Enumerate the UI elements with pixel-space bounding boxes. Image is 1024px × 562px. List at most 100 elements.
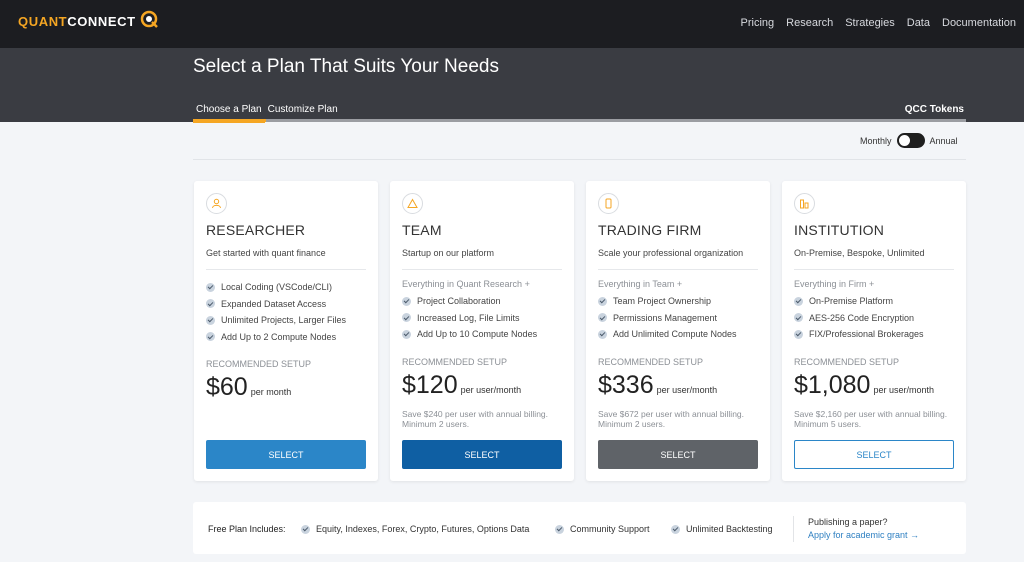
free-plan-bar: Free Plan Includes: Equity, Indexes, For… [193,502,966,554]
feature-item: Add Up to 10 Compute Nodes [402,326,537,343]
plan-name: RESEARCHER [206,222,306,238]
logo-connect: CONNECT [67,14,136,29]
recommended-label: RECOMMENDED SETUP [402,357,508,367]
logo-mark-icon [140,10,158,28]
select-institution-button[interactable]: SELECT [794,440,954,469]
price: $60 per month [206,373,291,402]
check-icon [555,524,564,534]
billing-annual-label: Annual [929,135,958,146]
check-icon [794,313,803,323]
price-period: per user/month [656,385,718,395]
price-amount: $120 [402,371,458,399]
plan-lead: Everything in Quant Research + [402,279,530,289]
recommended-label: RECOMMENDED SETUP [598,357,704,367]
check-icon [301,524,310,534]
user-icon [206,193,227,214]
annual-savings-note: Save $672 per user with annual billing. … [598,409,745,429]
header-band: Select a Plan That Suits Your Needs Choo… [0,48,1024,123]
price: $1,080 per user/month [794,371,934,400]
quantconnect-logo[interactable]: QUANT CONNECT [18,10,159,29]
plan-desc: Startup on our platform [402,248,495,258]
feature-item: FIX/Professional Brokerages [794,326,924,343]
tab-progress-track [193,119,966,122]
building-icon [794,193,815,214]
plan-name: INSTITUTION [794,222,885,238]
price-amount: $336 [598,371,654,399]
top-nav: QUANT CONNECT Pricing Research Strategie… [0,0,1024,48]
divider [793,516,794,542]
tab-qcc-tokens[interactable]: QCC Tokens [905,104,964,115]
plan-card-team: TEAM Startup on our platform Everything … [390,181,574,481]
annual-savings-note: Save $2,160 per user with annual billing… [794,409,948,429]
free-item: Community Support [555,524,650,534]
check-icon [402,313,411,323]
check-icon [598,329,607,339]
check-icon [206,299,215,309]
plan-desc: Scale your professional organization [598,248,744,258]
check-icon [598,313,607,323]
check-icon [206,332,215,342]
nav-research[interactable]: Research [786,17,833,29]
price-amount: $60 [206,373,248,401]
feature-item: Unlimited Projects, Larger Files [206,312,346,329]
price: $336 per user/month [598,371,717,400]
billing-monthly-label: Monthly [860,135,892,146]
plan-desc: On-Premise, Bespoke, Unlimited [794,248,925,258]
billing-toggle-group: Monthly Annual [860,133,958,148]
free-plan-label: Free Plan Includes: [208,524,286,534]
free-item: Equity, Indexes, Forex, Crypto, Futures,… [301,524,529,534]
check-icon [794,329,803,339]
nav-data[interactable]: Data [907,17,930,29]
plan-lead: Everything in Firm + [794,279,875,289]
feature-item: Increased Log, File Limits [402,310,537,327]
price: $120 per user/month [402,371,521,400]
check-icon [598,296,607,306]
divider [206,269,366,270]
publishing-text: Publishing a paper? [808,517,888,527]
plan-name: TRADING FIRM [598,222,702,238]
annual-savings-note: Save $240 per user with annual billing. … [402,409,549,429]
billing-toggle[interactable] [896,133,925,148]
plan-lead: Everything in Team + [598,279,683,289]
plan-card-researcher: RESEARCHER Get started with quant financ… [194,181,378,481]
price-period: per user/month [873,385,934,395]
check-icon [794,296,803,306]
nav-strategies[interactable]: Strategies [845,17,895,29]
nav-documentation[interactable]: Documentation [942,17,1016,29]
feature-item: On-Premise Platform [794,293,924,310]
check-icon [671,524,680,534]
select-researcher-button[interactable]: SELECT [206,440,366,469]
feature-item: Expanded Dataset Access [206,296,346,313]
academic-grant-link[interactable]: Apply for academic grant → [808,530,919,540]
check-icon [206,315,215,325]
check-icon [206,282,215,292]
feature-item: Team Project Ownership [598,293,737,310]
price-period: per user/month [460,385,522,395]
select-team-button[interactable]: SELECT [402,440,562,469]
feature-item: Add Up to 2 Compute Nodes [206,329,346,346]
toggle-knob [898,135,910,146]
tab-progress-fill [193,119,266,122]
plan-card-institution: INSTITUTION On-Premise, Bespoke, Unlimit… [782,181,966,481]
select-trading-firm-button[interactable]: SELECT [598,440,758,469]
nav-pricing[interactable]: Pricing [741,17,775,29]
triangle-icon [402,193,423,214]
feature-item: Add Unlimited Compute Nodes [598,326,737,343]
logo-quant: QUANT [18,14,68,29]
feature-item: Local Coding (VSCode/CLI) [206,279,346,296]
recommended-label: RECOMMENDED SETUP [794,357,900,367]
divider [598,269,758,270]
feature-item: Project Collaboration [402,293,537,310]
price-period: per month [250,387,292,397]
feature-item: Permissions Management [598,310,737,327]
price-amount: $1,080 [794,371,871,399]
page-title: Select a Plan That Suits Your Needs [193,56,499,77]
check-icon [402,296,411,306]
divider [193,159,966,160]
divider [794,269,954,270]
check-icon [402,329,411,339]
phone-icon [598,193,619,214]
recommended-label: RECOMMENDED SETUP [206,359,312,369]
plan-desc: Get started with quant finance [206,248,326,258]
free-item: Unlimited Backtesting [671,524,773,534]
